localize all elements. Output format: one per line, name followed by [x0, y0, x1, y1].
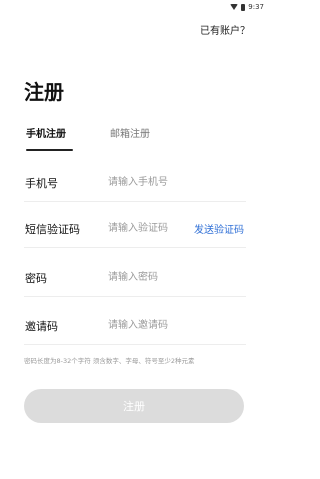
status-bar: 9:37 [0, 0, 270, 14]
sms-code-row: 短信验证码 发送验证码 [24, 208, 246, 248]
tab-phone-register[interactable]: 手机注册 [26, 127, 66, 143]
sms-code-input[interactable] [108, 218, 192, 238]
battery-icon [241, 3, 246, 11]
invite-code-row: 邀请码 [24, 305, 246, 345]
phone-label: 手机号 [25, 177, 58, 190]
status-time: 9:37 [248, 3, 264, 11]
password-row: 密码 [24, 257, 246, 297]
password-hint: 密码长度为8-32个字符 须含数字、字母、符号至少2种元素 [24, 357, 195, 365]
invite-code-input[interactable] [108, 315, 192, 335]
register-button[interactable]: 注册 [24, 389, 244, 423]
page-title: 注册 [24, 80, 64, 104]
phone-row: 手机号 [24, 162, 246, 202]
wifi-icon [230, 4, 239, 10]
sms-code-label: 短信验证码 [25, 223, 80, 236]
invite-code-label: 邀请码 [25, 320, 58, 333]
register-tabs: 手机注册 邮箱注册 [24, 127, 254, 155]
tab-email-register[interactable]: 邮箱注册 [110, 127, 150, 143]
phone-input[interactable] [108, 172, 192, 192]
active-tab-indicator [26, 149, 73, 151]
password-input[interactable] [108, 267, 192, 287]
send-code-button[interactable]: 发送验证码 [194, 221, 244, 236]
password-label: 密码 [25, 272, 47, 285]
register-screen: 9:37 已有账户？ 注册 手机注册 邮箱注册 手机号 短信验证码 发送验证码 … [0, 0, 270, 479]
have-account-link[interactable]: 已有账户？ [200, 22, 250, 37]
